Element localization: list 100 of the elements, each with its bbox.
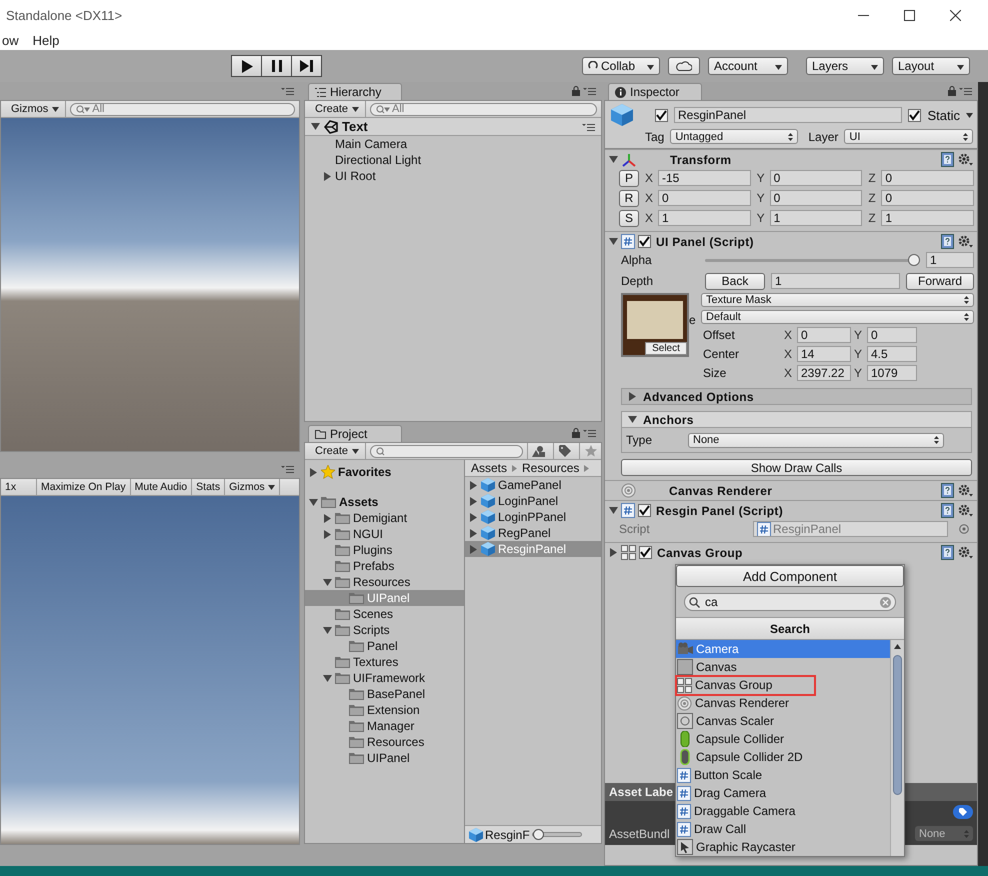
number-field[interactable]: 1: [881, 210, 974, 226]
expand-arrow-icon[interactable]: [323, 172, 332, 180]
type-dropdown[interactable]: None: [688, 432, 944, 448]
checkbox[interactable]: [638, 235, 651, 248]
number-field[interactable]: 0: [770, 190, 862, 206]
folder-item[interactable]: Favorites: [305, 464, 464, 480]
icon-size-slider[interactable]: [532, 832, 582, 837]
folder-item[interactable]: Manager: [305, 718, 464, 734]
collapse-arrow-icon[interactable]: [323, 674, 332, 682]
expand-arrow-icon[interactable]: [609, 548, 618, 557]
folder-item[interactable]: Prefabs: [305, 558, 464, 574]
expand-arrow-icon[interactable]: [309, 468, 318, 476]
menu-icon[interactable]: [281, 465, 294, 473]
menu-item[interactable]: Help: [32, 32, 60, 48]
number-field[interactable]: 0: [658, 190, 751, 206]
prefab-item[interactable]: LoginPPanel: [465, 509, 601, 525]
folder-item[interactable]: Textures: [305, 654, 464, 670]
collab-button[interactable]: Collab: [582, 57, 660, 75]
number-field[interactable]: 1: [771, 273, 900, 289]
number-field[interactable]: 0: [867, 327, 917, 343]
texture-dropdown[interactable]: Default: [701, 310, 974, 324]
prefab-item[interactable]: RegPanel: [465, 525, 601, 541]
menu-icon[interactable]: [582, 122, 595, 130]
collapse-arrow-icon[interactable]: [309, 498, 318, 506]
settings-icon[interactable]: [958, 153, 973, 166]
back-button[interactable]: Back: [705, 272, 765, 290]
alpha-slider[interactable]: [705, 253, 920, 267]
number-field[interactable]: 0: [881, 170, 974, 186]
folder-item[interactable]: Scripts: [305, 622, 464, 638]
component-option[interactable]: Capsule Collider: [676, 730, 890, 748]
foldout-header[interactable]: Advanced Options: [621, 388, 972, 405]
settings-icon[interactable]: [958, 235, 973, 248]
collapse-arrow-icon[interactable]: [609, 155, 618, 164]
collapse-arrow-icon[interactable]: [609, 506, 618, 515]
component-option[interactable]: Canvas Renderer: [676, 694, 890, 712]
create-dropdown[interactable]: Create: [309, 443, 366, 459]
reset-button[interactable]: R: [619, 190, 639, 206]
settings-icon[interactable]: [958, 546, 973, 559]
gizmos-dropdown[interactable]: Gizmos: [5, 101, 66, 117]
clipping-dropdown[interactable]: Texture Mask: [701, 293, 974, 307]
prefab-item[interactable]: LoginPanel: [465, 493, 601, 509]
folder-item[interactable]: Plugins: [305, 542, 464, 558]
collapse-arrow-icon[interactable]: [311, 122, 320, 131]
folder-item[interactable]: Panel: [305, 638, 464, 654]
folder-item[interactable]: BasePanel: [305, 686, 464, 702]
menu-item[interactable]: ow: [2, 32, 19, 48]
expand-arrow-icon[interactable]: [628, 392, 637, 401]
number-field[interactable]: 0: [797, 327, 851, 343]
number-field[interactable]: 2397.22: [797, 365, 851, 381]
collapse-arrow-icon[interactable]: [628, 415, 637, 424]
number-field[interactable]: 1: [770, 210, 862, 226]
project-tab[interactable]: Project: [308, 425, 402, 442]
foldout-header[interactable]: Anchors: [621, 411, 972, 428]
component-option[interactable]: Canvas Group: [676, 676, 890, 694]
hierarchy-item[interactable]: Directional Light: [305, 152, 601, 168]
checkbox[interactable]: [639, 546, 652, 559]
toolbar-button[interactable]: Maximize On Play: [37, 479, 131, 495]
hierarchy-tab[interactable]: Hierarchy: [308, 83, 402, 100]
toolbar-button[interactable]: Gizmos: [225, 479, 280, 495]
expand-arrow-icon[interactable]: [323, 530, 332, 538]
collapse-arrow-icon[interactable]: [609, 237, 618, 246]
checkbox[interactable]: [908, 108, 922, 122]
component-option[interactable]: Drag Camera: [676, 784, 890, 802]
component-option[interactable]: Draw Call: [676, 820, 890, 838]
help-book-icon[interactable]: [941, 545, 954, 560]
menu-icon[interactable]: [281, 87, 294, 95]
folder-item[interactable]: Resources: [305, 734, 464, 750]
component-option[interactable]: Draggable Camera: [676, 802, 890, 820]
number-field[interactable]: 14: [797, 346, 851, 362]
number-field[interactable]: 1: [658, 210, 751, 226]
settings-icon[interactable]: [958, 504, 973, 517]
cloud-button[interactable]: [668, 57, 700, 75]
help-book-icon[interactable]: [941, 234, 954, 249]
name-field[interactable]: ResginPanel: [674, 107, 902, 123]
help-book-icon[interactable]: [941, 152, 954, 167]
toolbar-button[interactable]: 1x: [1, 479, 37, 495]
search-field[interactable]: All: [370, 102, 597, 116]
slider-thumb[interactable]: [532, 829, 544, 840]
pause-button[interactable]: [261, 55, 292, 77]
slider-thumb[interactable]: [908, 254, 920, 266]
menu-icon[interactable]: [583, 429, 596, 437]
search-field[interactable]: [370, 444, 523, 458]
number-field[interactable]: 0: [770, 170, 862, 186]
number-field[interactable]: -15: [658, 170, 751, 186]
folder-item[interactable]: Extension: [305, 702, 464, 718]
number-field[interactable]: 1079: [867, 365, 917, 381]
folder-item[interactable]: Resources: [305, 574, 464, 590]
inspector-tab[interactable]: Inspector: [608, 83, 702, 100]
lock-icon[interactable]: [572, 86, 580, 96]
lock-icon[interactable]: [948, 86, 956, 96]
number-field[interactable]: 1: [926, 252, 974, 268]
component-option[interactable]: Canvas Scaler: [676, 712, 890, 730]
select-button[interactable]: Select: [645, 342, 687, 355]
forward-button[interactable]: Forward: [906, 272, 974, 290]
number-field[interactable]: 4.5: [867, 346, 917, 362]
collapse-arrow-icon[interactable]: [323, 626, 332, 634]
reset-button[interactable]: P: [619, 170, 639, 186]
folder-item[interactable]: Assets: [305, 494, 464, 510]
component-option[interactable]: Capsule Collider 2D: [676, 748, 890, 766]
up-arrow-icon[interactable]: [894, 644, 901, 649]
